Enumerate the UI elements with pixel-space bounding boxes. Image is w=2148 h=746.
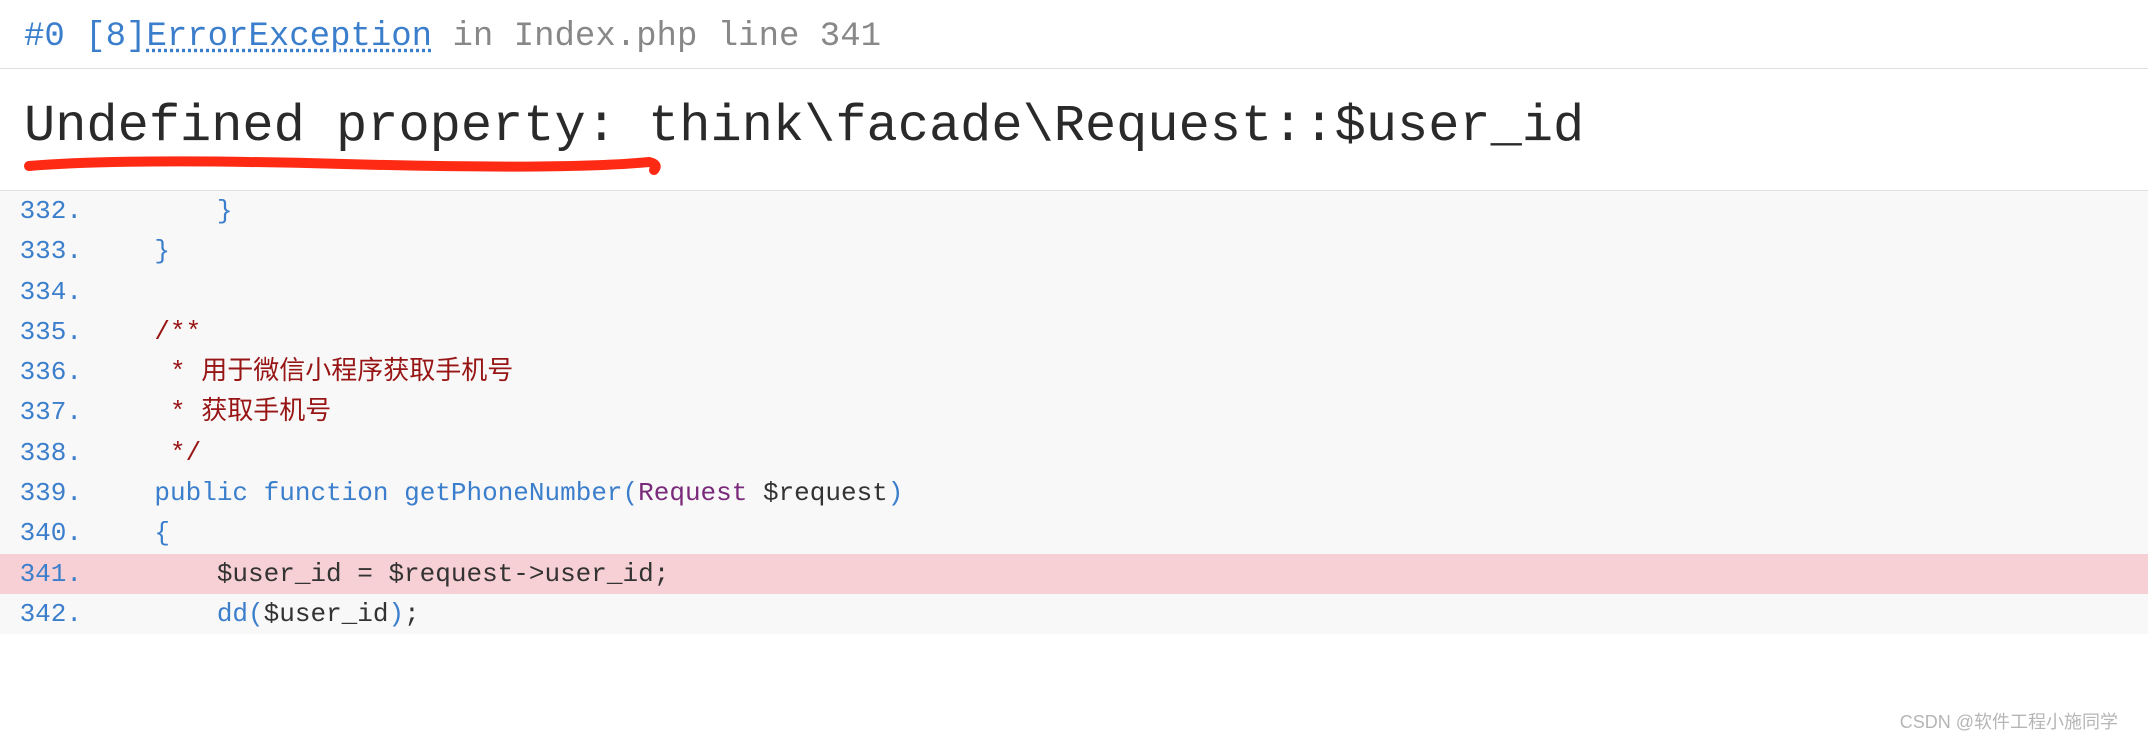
code-line: 337. * 获取手机号: [0, 392, 2148, 432]
code-block: 332. }333. }334.335. /**336. * 用于微信小程序获取…: [0, 191, 2148, 634]
code-line: 342. dd($user_id);: [0, 594, 2148, 634]
code-line: 340. {: [0, 513, 2148, 553]
line-number: 338.: [0, 433, 92, 473]
code-content: {: [92, 513, 170, 553]
line-number: 341: [820, 18, 881, 56]
stack-frame-number: #0: [24, 18, 65, 56]
code-content: public function getPhoneNumber(Request $…: [92, 473, 903, 513]
code-line-highlighted: 341. $user_id = $request->user_id;: [0, 554, 2148, 594]
line-number: 342.: [0, 594, 92, 634]
error-code: 8: [106, 18, 126, 56]
error-message-container: Undefined property: think\facade\Request…: [0, 69, 2148, 191]
code-line: 336. * 用于微信小程序获取手机号: [0, 352, 2148, 392]
code-content: */: [92, 433, 201, 473]
code-content: $user_id = $request->user_id;: [92, 554, 669, 594]
code-content: }: [92, 191, 232, 231]
line-number: 336.: [0, 352, 92, 392]
code-content: }: [92, 231, 170, 271]
code-content: /**: [92, 312, 201, 352]
code-line: 335. /**: [0, 312, 2148, 352]
line-number: 337.: [0, 392, 92, 432]
line-number: 340.: [0, 513, 92, 553]
line-number: 335.: [0, 312, 92, 352]
in-label: in: [453, 18, 494, 56]
error-exception-link[interactable]: ErrorException: [146, 18, 432, 56]
line-label: line: [718, 18, 800, 56]
code-line: 334.: [0, 272, 2148, 312]
line-number: 334.: [0, 272, 92, 312]
error-code-open: [: [85, 18, 105, 56]
line-number: 341.: [0, 554, 92, 594]
annotation-underline: [24, 156, 664, 176]
file-name: Index.php: [514, 18, 698, 56]
error-message: Undefined property: think\facade\Request…: [24, 97, 2124, 156]
error-header: #0 [8]ErrorException in Index.php line 3…: [0, 0, 2148, 69]
watermark: CSDN @软件工程小施同学: [1900, 708, 2118, 734]
code-line: 338. */: [0, 433, 2148, 473]
code-content: * 用于微信小程序获取手机号: [92, 352, 513, 392]
line-number: 333.: [0, 231, 92, 271]
code-line: 332. }: [0, 191, 2148, 231]
code-content: dd($user_id);: [92, 594, 420, 634]
code-content: * 获取手机号: [92, 392, 331, 432]
code-line: 339. public function getPhoneNumber(Requ…: [0, 473, 2148, 513]
error-code-close: ]: [126, 18, 146, 56]
line-number: 332.: [0, 191, 92, 231]
line-number: 339.: [0, 473, 92, 513]
code-line: 333. }: [0, 231, 2148, 271]
